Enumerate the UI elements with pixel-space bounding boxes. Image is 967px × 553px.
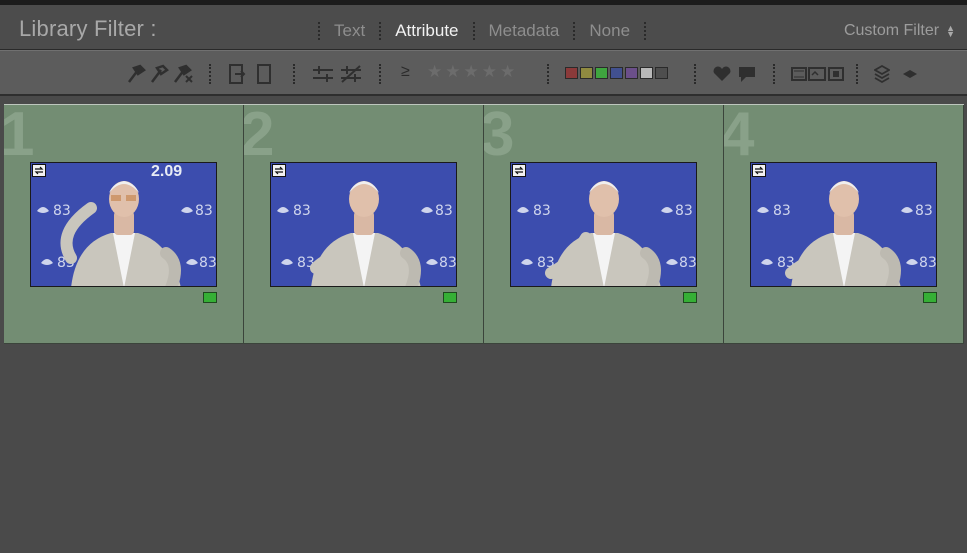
svg-text:83: 83 [293,203,311,219]
separator [694,64,696,84]
stack-icon[interactable] [874,64,890,84]
flag-rejected-icon[interactable] [172,64,194,84]
tab-none[interactable]: None [575,21,644,41]
unedited-icon[interactable] [256,64,272,84]
comment-icon[interactable] [737,64,757,84]
backdrop-text: 2.09 [151,163,183,180]
video-icon[interactable] [791,64,807,84]
tab-attribute[interactable]: Attribute [381,21,472,41]
color-label-green-swatch[interactable] [595,67,608,79]
flag-unflagged-icon[interactable] [149,64,171,84]
compare-off-icon[interactable] [340,64,362,84]
svg-text:83: 83 [199,255,217,271]
color-label-blue-swatch[interactable] [610,67,623,79]
compare-icon[interactable] [312,64,334,84]
cell-index: 2 [244,105,274,166]
grid-cell[interactable]: 1 83 83 83 83 2.09 [4,105,244,344]
virtual-copy-icon[interactable] [808,64,826,84]
color-label-no-label-swatch[interactable] [640,67,653,79]
photo-grid: 1 83 83 83 83 2.092 83 83 [4,104,964,345]
cell-index: 1 [4,105,34,166]
flag-picked-icon[interactable] [126,64,148,84]
photo-thumbnail[interactable]: 83 83 83 83 [750,162,937,287]
virtual-copy-badge-icon [512,164,526,177]
svg-text:83: 83 [679,255,697,271]
separator [773,64,775,84]
photo-thumbnail[interactable]: 83 83 83 83 [510,162,697,287]
color-label-chip[interactable] [443,292,457,303]
cell-index: 3 [484,105,514,166]
color-label-purple-swatch[interactable] [625,67,638,79]
heart-icon[interactable] [712,64,732,84]
tab-metadata[interactable]: Metadata [475,21,574,41]
separator [379,64,381,84]
color-label-filters [565,67,670,79]
color-label-chip[interactable] [923,292,937,303]
svg-text:83: 83 [533,203,551,219]
filter-tabs: Text Attribute Metadata None [318,18,647,44]
svg-text:83: 83 [195,203,213,219]
photo-thumbnail[interactable]: 83 83 83 83 [270,162,457,287]
svg-text:83: 83 [53,203,71,219]
separator [293,64,295,84]
attribute-filter-bar: ≥ ★★★★★ [0,50,967,96]
tab-text[interactable]: Text [320,21,379,41]
svg-text:83: 83 [675,203,693,219]
cell-index: 4 [724,105,754,166]
updown-arrow-icon: ▲ ▼ [946,23,955,39]
color-label-other-swatch[interactable] [655,67,668,79]
color-label-chip[interactable] [683,292,697,303]
grid-cell[interactable]: 3 83 83 83 83 [484,105,724,344]
virtual-copy-badge-icon [752,164,766,177]
rating-operator[interactable]: ≥ [401,63,410,81]
separator [209,64,211,84]
svg-text:83: 83 [773,203,791,219]
rating-stars[interactable]: ★★★★★ [427,62,518,82]
color-label-chip[interactable] [203,292,217,303]
grid-cell[interactable]: 2 83 83 83 83 [244,105,484,344]
filter-preset-label: Custom Filter [843,22,940,39]
separator [856,64,858,84]
color-label-yellow-swatch[interactable] [580,67,593,79]
svg-text:83: 83 [919,255,937,271]
svg-text:83: 83 [435,203,453,219]
virtual-copy-badge-icon [272,164,286,177]
grid-cell[interactable]: 4 83 83 83 83 [724,105,964,344]
separator [547,64,549,84]
stack-collapse-icon[interactable] [902,64,918,84]
library-filter-title: Library Filter : [19,16,157,41]
filter-preset-dropdown[interactable]: Custom Filter ▲ ▼ [844,22,955,40]
library-filter-bar: Library Filter : Text Attribute Metadata… [0,0,967,50]
color-label-red-swatch[interactable] [565,67,578,79]
master-photo-icon[interactable] [828,64,844,84]
svg-text:83: 83 [439,255,457,271]
edited-icon[interactable] [228,64,246,84]
virtual-copy-badge-icon [32,164,46,177]
tab-separator [644,22,647,40]
photo-thumbnail[interactable]: 83 83 83 83 2.09 [30,162,217,287]
svg-text:83: 83 [915,203,933,219]
